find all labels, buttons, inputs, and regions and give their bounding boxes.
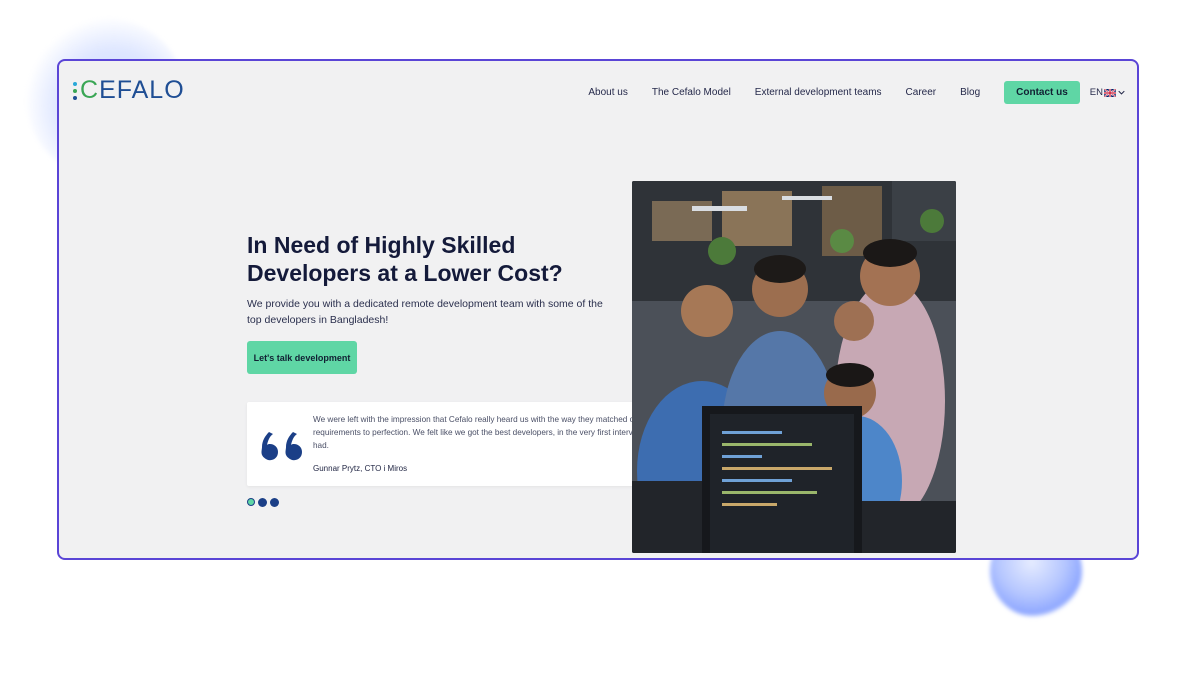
nav-blog[interactable]: Blog <box>960 87 980 98</box>
hero-subtitle: We provide you with a dedicated remote d… <box>247 298 603 326</box>
language-code: EN <box>1089 87 1103 98</box>
carousel-dot-1[interactable] <box>247 498 255 506</box>
logo-dot-1 <box>73 81 77 86</box>
logo-dots-icon <box>73 81 77 100</box>
main-nav: About us The Cefalo Model External devel… <box>588 81 1125 104</box>
testimonial-card: We were left with the impression that Ce… <box>247 402 670 486</box>
nav-about-us[interactable]: About us <box>588 87 627 98</box>
logo-letter-c: C <box>80 76 100 104</box>
nav-cefalo-model[interactable]: The Cefalo Model <box>652 87 731 98</box>
carousel-dots <box>247 498 279 507</box>
logo-letters-rest: EFALO <box>99 76 185 104</box>
lets-talk-button[interactable]: Let's talk development <box>247 341 357 374</box>
hero-title: In Need of Highly Skilled Developers at … <box>247 232 563 286</box>
language-selector[interactable]: EN <box>1090 87 1125 98</box>
nav-career[interactable]: Career <box>906 87 937 98</box>
team-photo <box>632 181 956 553</box>
chevron-down-icon <box>1118 90 1125 95</box>
carousel-dot-3[interactable] <box>270 498 279 507</box>
testimonial-author: Gunnar Prytz, CTO i Miros <box>313 464 408 473</box>
logo-wordmark: CEFALO <box>80 78 185 103</box>
team-photo-illustration <box>632 181 956 553</box>
cefalo-logo[interactable]: CEFALO <box>73 78 185 103</box>
logo-dot-2 <box>73 88 77 93</box>
uk-flag-icon <box>1104 88 1116 97</box>
testimonial-quote: We were left with the impression that Ce… <box>313 415 658 450</box>
quote-icon <box>261 432 302 461</box>
logo-dot-3 <box>73 95 77 100</box>
nav-external-teams[interactable]: External development teams <box>755 87 882 98</box>
carousel-dot-2[interactable] <box>258 498 267 507</box>
contact-us-button[interactable]: Contact us <box>1004 81 1080 104</box>
browser-frame: CEFALO About us The Cefalo Model Externa… <box>57 59 1139 560</box>
